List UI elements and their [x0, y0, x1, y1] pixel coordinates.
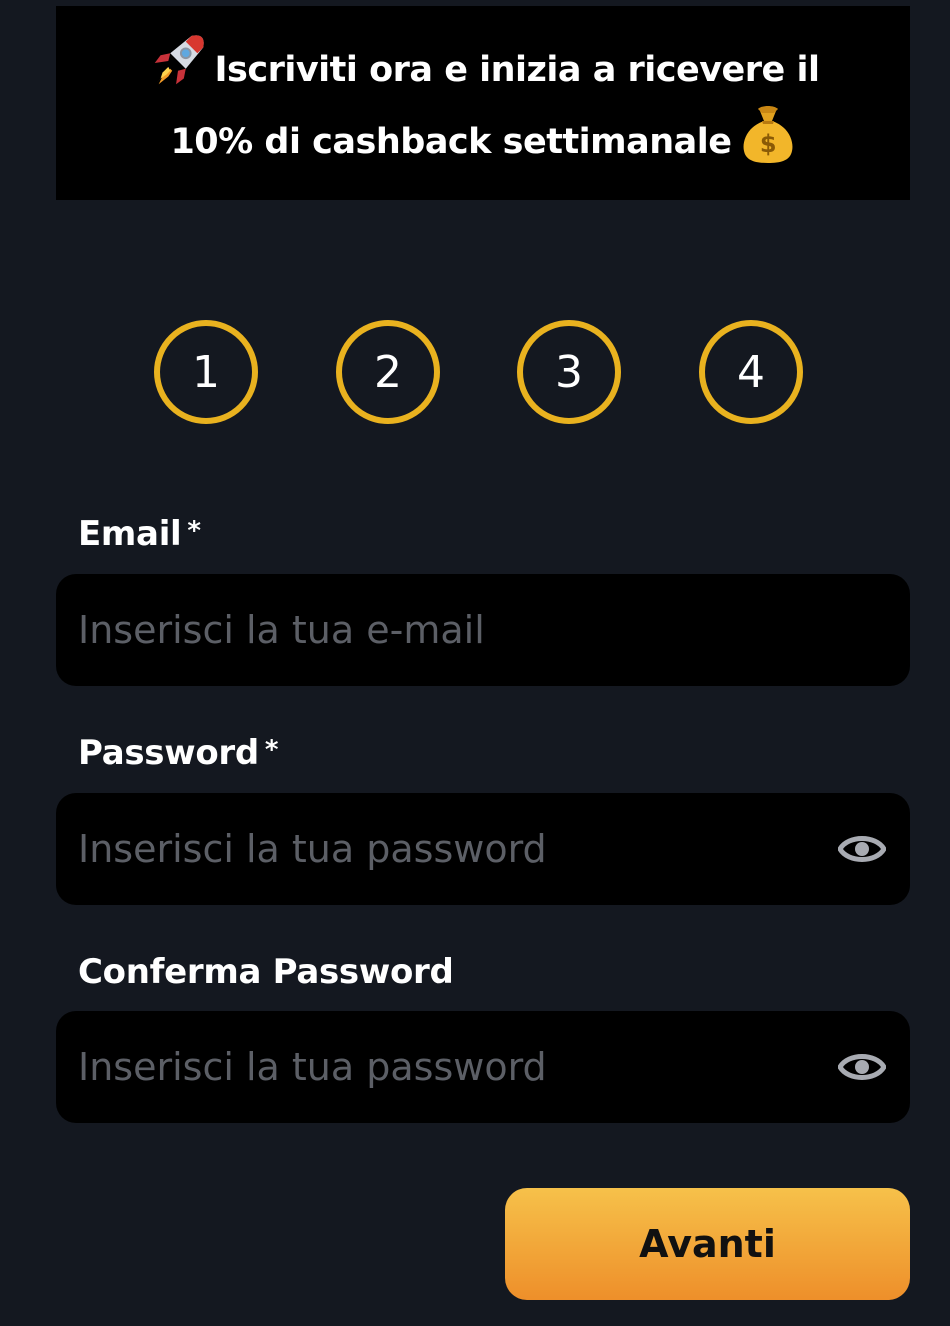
- banner-line-2: 10% di cashback settimanale $: [56, 106, 910, 178]
- password-label: Password *: [78, 733, 279, 773]
- banner-line-1: Iscriviti ora e inizia a ricevere il: [56, 34, 910, 106]
- step-2[interactable]: 2: [336, 320, 440, 424]
- confirm-password-field-container: [56, 1011, 910, 1123]
- confirm-password-field[interactable]: [78, 1011, 818, 1123]
- email-label: Email *: [78, 514, 201, 554]
- required-mark: *: [187, 516, 201, 546]
- step-indicator: 1 2 3 4: [154, 320, 814, 434]
- promo-banner: Iscriviti ora e inizia a ricevere il 10%…: [56, 6, 910, 200]
- email-field[interactable]: [78, 574, 818, 686]
- step-1[interactable]: 1: [154, 320, 258, 424]
- step-3[interactable]: 3: [517, 320, 621, 424]
- eye-icon[interactable]: [838, 1047, 886, 1087]
- email-field-container: [56, 574, 910, 686]
- next-button[interactable]: Avanti: [505, 1188, 910, 1300]
- confirm-password-label: Conferma Password: [78, 952, 454, 992]
- step-4[interactable]: 4: [699, 320, 803, 424]
- eye-icon[interactable]: [838, 829, 886, 869]
- required-mark: *: [264, 735, 279, 765]
- money-bag-icon: $: [743, 106, 792, 163]
- password-field[interactable]: [78, 793, 818, 905]
- rocket-icon: [154, 35, 204, 85]
- password-field-container: [56, 793, 910, 905]
- svg-text:$: $: [759, 130, 775, 158]
